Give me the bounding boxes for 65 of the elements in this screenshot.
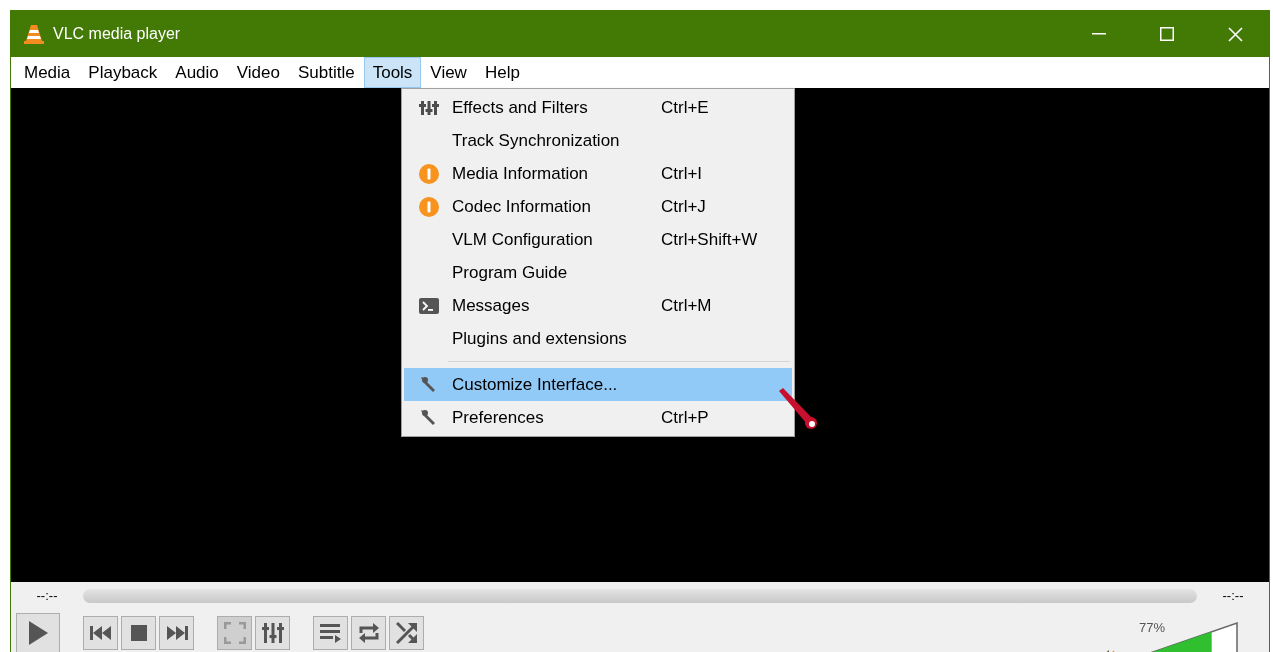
skip-forward-icon (165, 626, 188, 640)
menu-item-label: Messages (452, 294, 531, 317)
menu-bar-item[interactable]: View (421, 57, 476, 88)
wrench-icon (420, 408, 438, 427)
effects-button[interactable] (255, 616, 290, 650)
menu-item-label: Preferences (452, 406, 545, 429)
menu-item-label: Track Synchronization (452, 129, 621, 152)
sliders-icon (419, 99, 439, 116)
menu-item[interactable]: Preferences Ctrl+P (404, 401, 792, 434)
menu-bar-item[interactable]: Playback (79, 57, 167, 88)
close-icon (1227, 26, 1243, 42)
info-icon (419, 196, 439, 217)
menu-item-label: Media Information (452, 162, 590, 185)
menu-item[interactable]: Codec Information Ctrl+J (404, 190, 792, 223)
maximize-icon (1160, 27, 1174, 41)
menu-bar-item[interactable]: Video (227, 57, 289, 88)
menu-item[interactable]: Messages Ctrl+M (404, 289, 792, 322)
fullscreen-icon (223, 622, 246, 644)
menu-item[interactable]: Media Information Ctrl+I (404, 157, 792, 190)
menu-item[interactable]: VLM Configuration Ctrl+Shift+W (404, 223, 792, 256)
minimize-icon (1092, 33, 1106, 35)
menu-bar-item[interactable]: Help (475, 57, 529, 88)
remaining-time: --:-- (1221, 587, 1245, 606)
menu-item-label: Effects and Filters (452, 96, 589, 119)
menu-bar-item[interactable]: Subtitle (288, 57, 364, 88)
wrench-icon (420, 375, 438, 394)
window-title: VLC media player (53, 24, 181, 44)
menu-item[interactable]: Track Synchronization (404, 124, 792, 157)
stop-icon (130, 625, 147, 641)
menu-bar-item[interactable]: Audio (166, 57, 228, 88)
menu-item[interactable]: Effects and Filters Ctrl+E (404, 91, 792, 124)
volume-percent: 77% (1139, 619, 1166, 637)
play-button[interactable] (16, 613, 60, 652)
sliders-icon (261, 623, 284, 643)
elapsed-time: --:-- (35, 587, 59, 606)
menu-bar-item[interactable]: Media (15, 57, 80, 88)
repeat-icon (357, 623, 380, 643)
shortcut-label: Ctrl+I (661, 162, 703, 185)
menu-item-label: Codec Information (452, 195, 592, 218)
play-icon (27, 620, 49, 646)
menu-item-label: Program Guide (452, 261, 569, 284)
menu-item-label: VLM Configuration (452, 228, 594, 251)
playlist-button[interactable] (313, 616, 348, 650)
shuffle-button[interactable] (389, 616, 424, 650)
previous-button[interactable] (83, 616, 118, 650)
menu-item[interactable]: Customize Interface... (404, 368, 792, 401)
menu-bar-item[interactable]: Tools (363, 57, 422, 88)
shortcut-label: Ctrl+E (661, 96, 709, 119)
loop-button[interactable] (351, 616, 386, 650)
playlist-icon (319, 623, 342, 643)
shortcut-label: Ctrl+Shift+W (661, 228, 758, 251)
skip-back-icon (89, 626, 112, 640)
shortcut-label: Ctrl+P (661, 406, 709, 429)
menu-item[interactable]: Program Guide (404, 256, 792, 289)
menu-item-label: Customize Interface... (452, 373, 619, 396)
shortcut-label: Ctrl+M (661, 294, 712, 317)
shuffle-icon (395, 622, 418, 644)
terminal-icon (419, 297, 439, 314)
stop-button[interactable] (121, 616, 156, 650)
next-button[interactable] (159, 616, 194, 650)
info-icon (419, 163, 439, 184)
shortcut-label: Ctrl+J (661, 195, 706, 218)
menu-item-label: Plugins and extensions (452, 327, 628, 350)
traffic-cone-icon (23, 23, 45, 45)
menu-item[interactable]: Plugins and extensions (404, 322, 792, 355)
